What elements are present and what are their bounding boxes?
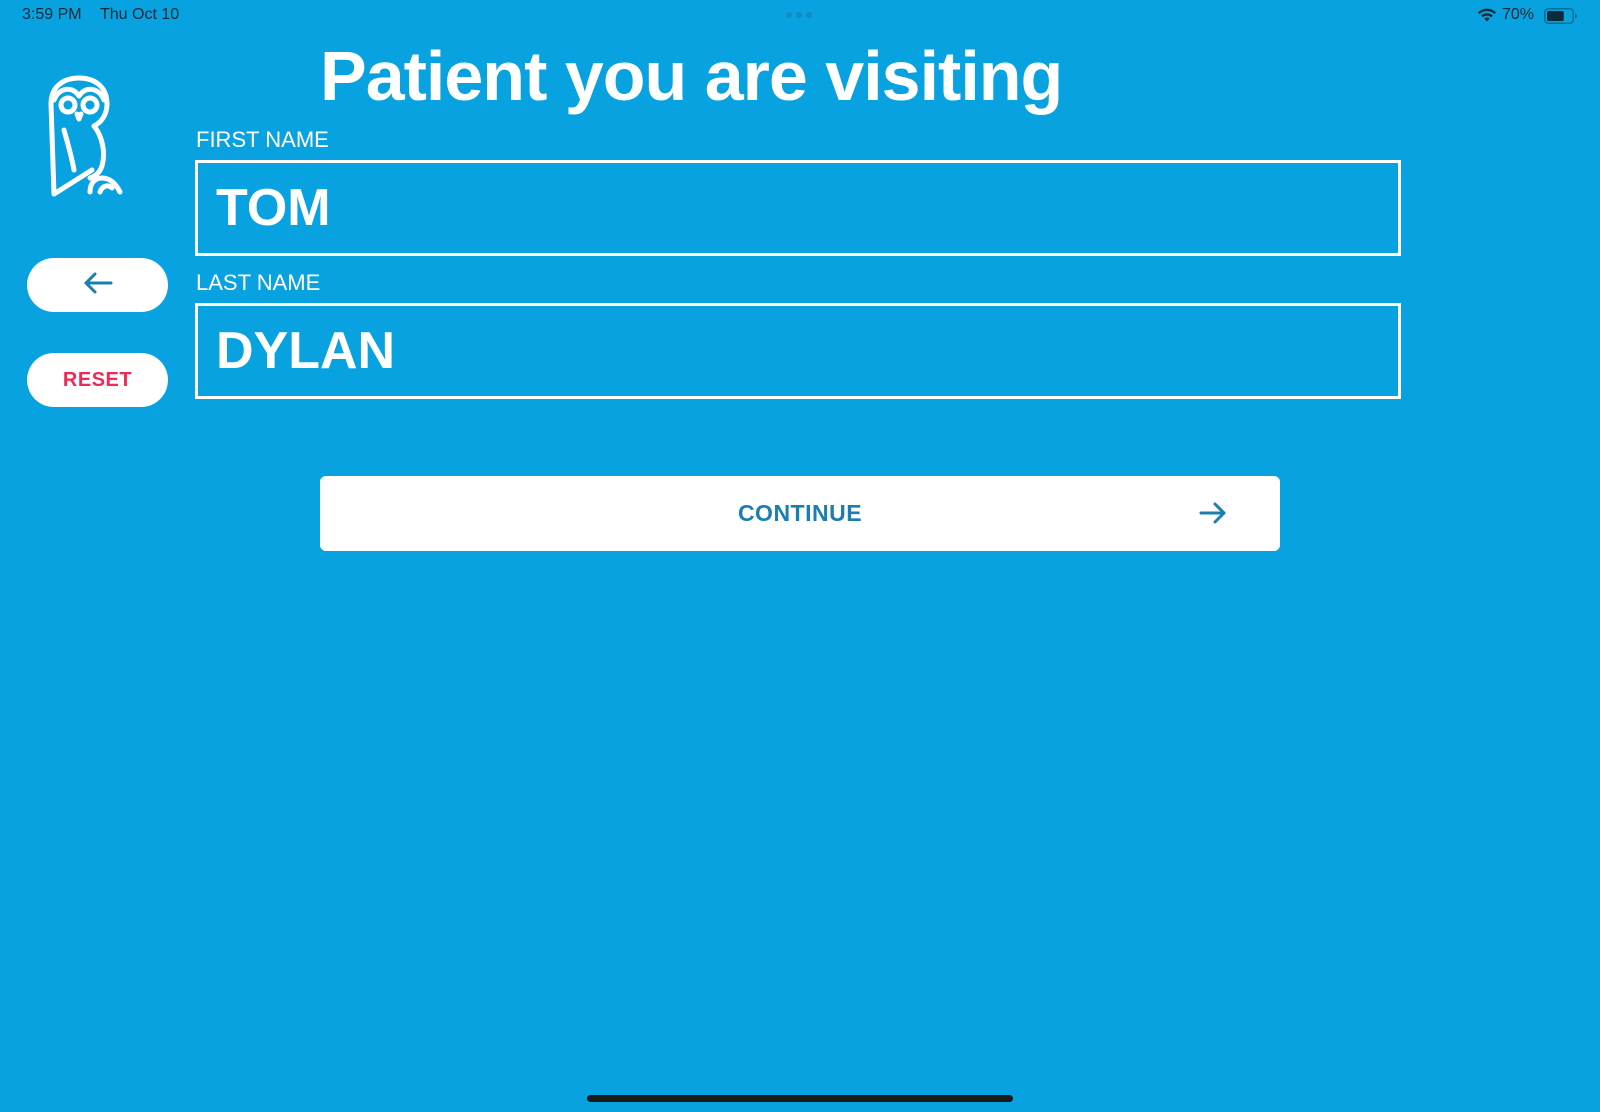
arrow-left-icon xyxy=(82,271,114,300)
first-name-label: FIRST NAME xyxy=(196,127,329,152)
status-date: Thu Oct 10 xyxy=(100,6,180,23)
continue-button[interactable]: CONTINUE xyxy=(320,476,1280,551)
first-name-value: TOM xyxy=(216,179,331,237)
page-title: Patient you are visiting xyxy=(320,37,1063,115)
multitasking-dots-icon[interactable] xyxy=(786,12,812,18)
battery-icon xyxy=(1544,8,1578,29)
last-name-label: LAST NAME xyxy=(196,270,321,295)
owl-icon xyxy=(44,74,128,203)
reset-button[interactable]: RESET xyxy=(27,353,168,407)
last-name-field[interactable]: DYLAN xyxy=(195,303,1401,399)
wifi-icon xyxy=(1476,7,1498,28)
arrow-right-icon xyxy=(1198,500,1228,531)
back-button[interactable] xyxy=(27,258,168,312)
last-name-value: DYLAN xyxy=(216,322,396,380)
status-time: 3:59 PM xyxy=(22,6,82,23)
home-indicator[interactable] xyxy=(587,1095,1013,1102)
first-name-field[interactable]: TOM xyxy=(195,160,1401,256)
continue-label: CONTINUE xyxy=(737,500,863,526)
battery-percentage: 70% xyxy=(1502,6,1535,23)
